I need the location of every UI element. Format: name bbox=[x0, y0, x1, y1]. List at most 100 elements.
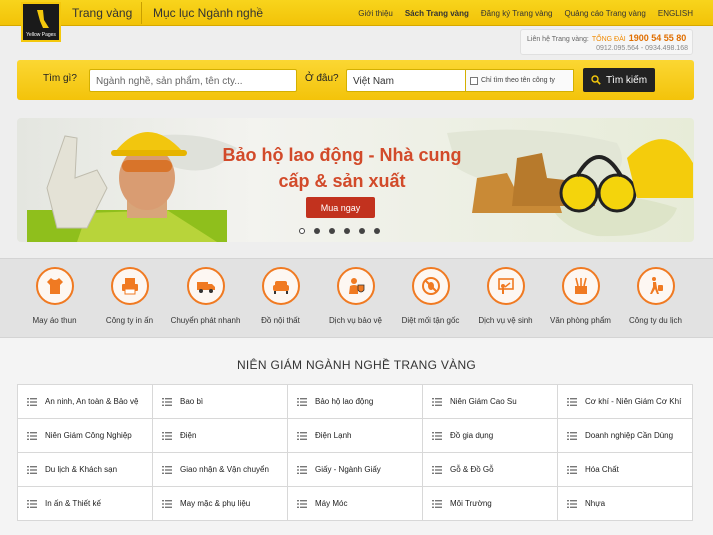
directory-title: NIÊN GIÁM NGÀNH NGHỀ TRANG VÀNG bbox=[236, 358, 477, 372]
nav-about[interactable]: Giới thiệu bbox=[358, 9, 393, 18]
nav-register[interactable]: Đăng ký Trang vàng bbox=[481, 9, 553, 18]
guard-icon bbox=[348, 278, 364, 294]
directory-item[interactable]: Du lịch & Khách sạn bbox=[18, 453, 153, 487]
search-button-label: Tìm kiếm bbox=[605, 74, 648, 86]
directory-item[interactable]: Gỗ & Đồ Gỗ bbox=[423, 453, 558, 487]
buy-now-button[interactable]: Mua ngay bbox=[306, 197, 375, 218]
banner-title: Bảo hộ lao động - Nhà cung cấp & sản xuấ… bbox=[217, 142, 467, 194]
category-label: Công ty in ấn bbox=[105, 316, 154, 325]
directory-item-label: An ninh, An toàn & Bảo vệ bbox=[45, 397, 139, 406]
category-icon-circle bbox=[261, 267, 300, 305]
nav-advertise[interactable]: Quảng cáo Trang vàng bbox=[564, 9, 645, 18]
carousel-dot[interactable] bbox=[299, 228, 305, 234]
directory-item[interactable]: Cơ khí - Niên Giám Cơ Khí bbox=[558, 385, 693, 419]
directory-item-label: Doanh nghiệp Cần Dùng bbox=[585, 431, 674, 440]
nav-books[interactable]: Sách Trang vàng bbox=[405, 9, 469, 18]
directory-item[interactable]: Bảo hộ lao động bbox=[288, 385, 423, 419]
directory-item[interactable]: Điện bbox=[153, 419, 288, 453]
directory-item[interactable]: Giấy - Ngành Giấy bbox=[288, 453, 423, 487]
hotline-number[interactable]: 1900 54 55 80 bbox=[629, 33, 687, 43]
category-pest-control[interactable]: Diệt mối tận gốc bbox=[393, 267, 468, 325]
promo-banner[interactable]: Bảo hộ lao động - Nhà cung cấp & sản xuấ… bbox=[17, 118, 694, 242]
directory-item-label: Đồ gia dụng bbox=[450, 431, 494, 440]
catalog-link[interactable]: Mục lục Ngành nghề bbox=[153, 6, 263, 20]
directory-item-label: Điện bbox=[180, 431, 197, 440]
company-name-only-option[interactable]: Chỉ tìm theo tên công ty bbox=[466, 69, 574, 92]
top-nav: Giới thiệu Sách Trang vàng Đăng ký Trang… bbox=[358, 9, 693, 18]
directory-item[interactable]: Điện Lạnh bbox=[288, 419, 423, 453]
directory-section: NIÊN GIÁM NGÀNH NGHỀ TRANG VÀNG An ninh,… bbox=[0, 338, 713, 535]
directory-item[interactable]: Niên Giám Cao Su bbox=[423, 385, 558, 419]
category-tshirt[interactable]: May áo thun bbox=[17, 267, 92, 325]
category-icon-circle bbox=[336, 267, 375, 305]
nav-english[interactable]: ENGLISH bbox=[658, 9, 693, 18]
list-icon bbox=[432, 431, 442, 440]
category-stationery[interactable]: Văn phòng phẩm bbox=[543, 267, 618, 325]
directory-item-label: Nhựa bbox=[585, 499, 606, 508]
directory-item[interactable]: Bao bì bbox=[153, 385, 288, 419]
category-label: Văn phòng phẩm bbox=[550, 316, 611, 325]
banner-title-line1: Bảo hộ lao động - Nhà cung bbox=[222, 145, 462, 165]
directory-item[interactable]: In ấn & Thiết kế bbox=[18, 487, 153, 521]
list-icon bbox=[432, 499, 442, 508]
search-button[interactable]: Tìm kiếm bbox=[583, 68, 655, 92]
company-name-only-label: Chỉ tìm theo tên công ty bbox=[481, 77, 555, 84]
list-icon bbox=[567, 431, 577, 440]
carousel-dot[interactable] bbox=[314, 228, 320, 234]
directory-item-label: Niên Giám Cao Su bbox=[450, 397, 517, 406]
category-icon-circle bbox=[411, 267, 450, 305]
list-icon bbox=[162, 499, 172, 508]
directory-item[interactable]: Đồ gia dụng bbox=[423, 419, 558, 453]
category-label: Chuyển phát nhanh bbox=[170, 316, 241, 325]
directory-item[interactable]: Niên Giám Công Nghiệp bbox=[18, 419, 153, 453]
category-security[interactable]: Dịch vụ bảo vệ bbox=[318, 267, 393, 325]
what-input[interactable]: Ngành nghề, sản phẩm, tên cty... bbox=[89, 69, 297, 92]
directory-item[interactable]: Máy Móc bbox=[288, 487, 423, 521]
featured-categories: May áo thun Công ty in ấn Chuyển phát nh… bbox=[0, 258, 713, 338]
category-express[interactable]: Chuyển phát nhanh bbox=[168, 267, 243, 325]
list-icon bbox=[27, 499, 37, 508]
category-furniture[interactable]: Đồ nội thất bbox=[243, 267, 318, 325]
category-printing[interactable]: Công ty in ấn bbox=[92, 267, 167, 325]
carousel-dot[interactable] bbox=[329, 228, 335, 234]
list-icon bbox=[567, 465, 577, 474]
list-icon bbox=[27, 431, 37, 440]
directory-item[interactable]: Hóa Chất bbox=[558, 453, 693, 487]
category-label: May áo thun bbox=[32, 316, 77, 325]
carousel-dot[interactable] bbox=[344, 228, 350, 234]
banner-title-line2: cấp & sản xuất bbox=[278, 171, 406, 191]
company-name-only-checkbox[interactable] bbox=[470, 76, 478, 85]
directory-item[interactable]: May mặc & phụ liệu bbox=[153, 487, 288, 521]
yellow-pages-logo[interactable]: Yellow Pages bbox=[21, 2, 61, 42]
directory-item-label: Hóa Chất bbox=[585, 465, 619, 474]
list-icon bbox=[567, 397, 577, 406]
directory-item[interactable]: Doanh nghiệp Cần Dùng bbox=[558, 419, 693, 453]
directory-item[interactable]: Nhựa bbox=[558, 487, 693, 521]
directory-item-label: Niên Giám Công Nghiệp bbox=[45, 431, 132, 440]
category-label: Dịch vụ bảo vệ bbox=[329, 316, 382, 325]
hotline-box: Liên hệ Trang vàng: TỔNG ĐÀI 1900 54 55 … bbox=[520, 29, 693, 55]
carousel-dot[interactable] bbox=[359, 228, 365, 234]
category-icon-circle bbox=[561, 267, 600, 305]
directory-item-label: Giao nhận & Vận chuyển bbox=[180, 465, 269, 474]
directory-item[interactable]: An ninh, An toàn & Bảo vệ bbox=[18, 385, 153, 419]
hotline-label: Liên hệ Trang vàng: bbox=[527, 36, 589, 43]
brand-link[interactable]: Trang vàng bbox=[72, 6, 132, 20]
carousel-dot[interactable] bbox=[374, 228, 380, 234]
category-travel[interactable]: Công ty du lịch bbox=[618, 267, 693, 325]
directory-item-label: Điện Lạnh bbox=[315, 431, 352, 440]
traveler-icon bbox=[649, 277, 663, 294]
where-input[interactable]: Việt Nam bbox=[346, 69, 466, 92]
directory-item[interactable]: Môi Trường bbox=[423, 487, 558, 521]
directory-item-label: Giấy - Ngành Giấy bbox=[315, 465, 381, 474]
search-icon bbox=[591, 75, 601, 85]
directory-item-label: May mặc & phụ liệu bbox=[180, 499, 251, 508]
directory-item-label: Bảo hộ lao động bbox=[315, 397, 374, 406]
category-cleaning[interactable]: Dịch vụ vệ sinh bbox=[468, 267, 543, 325]
directory-grid: An ninh, An toàn & Bảo vệ Bao bì Bảo hộ … bbox=[17, 384, 693, 521]
cleaning-icon bbox=[497, 278, 514, 294]
tshirt-icon bbox=[46, 278, 63, 294]
directory-item[interactable]: Giao nhận & Vận chuyển bbox=[153, 453, 288, 487]
directory-item-label: Môi Trường bbox=[450, 499, 492, 508]
list-icon bbox=[162, 465, 172, 474]
